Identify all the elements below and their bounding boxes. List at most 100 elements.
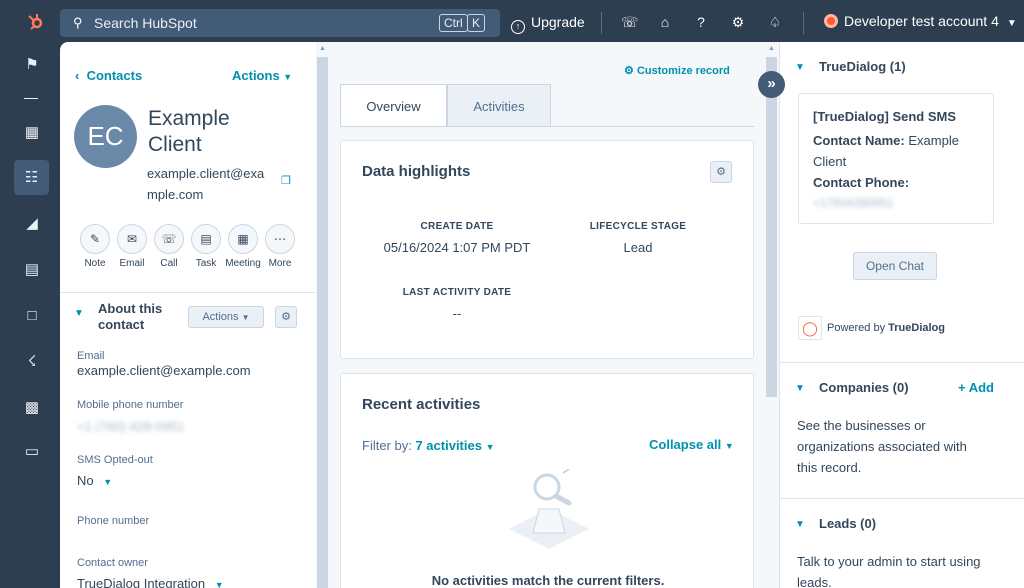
task-icon: ▤: [200, 232, 212, 246]
contacts-icon[interactable]: ☷: [14, 160, 49, 195]
chevron-down-icon[interactable]: ▼: [795, 383, 805, 394]
task-button[interactable]: ▤: [191, 224, 221, 254]
left-panel-scrollbar[interactable]: ▲: [316, 42, 330, 588]
data-highlights-card: Data highlights ⚙ CREATE DATE 05/16/2024…: [340, 140, 754, 359]
chevron-down-icon[interactable]: ▼: [795, 519, 805, 530]
property-label: Mobile phone number: [77, 399, 184, 411]
kbd-ctrl: Ctrl: [439, 14, 468, 32]
chevron-down-icon: ▼: [214, 580, 224, 588]
property-label: SMS Opted-out: [77, 454, 153, 466]
email-icon: ✉: [126, 232, 138, 246]
back-to-contacts-link[interactable]: ‹ Contacts: [75, 68, 142, 83]
data-highlights-title: Data highlights: [362, 163, 471, 180]
top-navigation: ⚲ Search HubSpot Ctrl K ↑ Upgrade ☏ ⌂ ? ⚙…: [2, 2, 1024, 42]
truedialog-card: [TrueDialog] Send SMS Contact Name: Exam…: [798, 93, 994, 224]
call-button[interactable]: ☏: [154, 224, 184, 254]
more-button[interactable]: ⋯: [265, 224, 295, 254]
leads-section-title: Leads (0): [819, 516, 877, 531]
nav-divider: [601, 12, 602, 34]
sidebar-divider: [24, 98, 38, 99]
chevron-down-icon[interactable]: ▼: [795, 62, 805, 73]
help-icon[interactable]: ?: [693, 14, 709, 30]
document-icon[interactable]: ▤: [20, 258, 44, 282]
recent-activities-title: Recent activities: [362, 396, 481, 413]
record-middle-column: ⚙ Customize record Overview Activities D…: [330, 42, 765, 588]
about-section-title: About this contact: [98, 301, 163, 332]
record-actions-dropdown[interactable]: Actions ▼: [232, 68, 292, 83]
property-value-contact-owner[interactable]: TrueDialog Integration ▼: [77, 576, 224, 588]
contact-name: Example Client: [148, 107, 230, 156]
chart-icon[interactable]: ▩: [20, 396, 44, 420]
powered-brand: TrueDialog: [888, 322, 945, 334]
middle-column-scrollbar[interactable]: ▲: [765, 42, 779, 588]
gear-icon: ⚙: [624, 65, 634, 77]
highlight-label: CREATE DATE: [420, 221, 494, 232]
highlight-value: Lead: [623, 240, 653, 255]
about-actions-button[interactable]: Actions ▼: [188, 306, 264, 328]
property-value-email[interactable]: example.client@example.com: [77, 363, 251, 378]
nav-divider: [803, 12, 804, 34]
tab-overview[interactable]: Overview: [340, 84, 447, 127]
chevron-down-icon: ▼: [283, 72, 293, 82]
property-label: Contact owner: [77, 557, 148, 569]
settings-icon[interactable]: ⚙: [730, 14, 746, 30]
megaphone-icon[interactable]: ◢: [20, 212, 44, 236]
scrollbar-thumb[interactable]: [766, 57, 777, 397]
section-divider: [60, 292, 316, 293]
collapse-all-button[interactable]: Collapse all ▼: [649, 437, 734, 452]
apps-icon[interactable]: ▦: [20, 121, 44, 145]
search-icon: ⚲: [73, 15, 83, 30]
network-icon[interactable]: ☇: [20, 350, 44, 374]
chevron-down-icon: ▼: [103, 477, 113, 487]
activity-filter[interactable]: Filter by: 7 activities ▼: [362, 438, 495, 453]
account-name: Developer test account 4: [844, 13, 999, 29]
section-divider: [780, 498, 1024, 499]
copy-icon[interactable]: ❐: [281, 174, 291, 187]
scroll-up-icon: ▲: [319, 45, 326, 52]
chevron-down-icon[interactable]: ▼: [74, 308, 84, 319]
sms-opted-out-value: No: [77, 473, 94, 488]
double-chevron-right-icon[interactable]: »: [758, 71, 785, 98]
note-icon: ✎: [89, 232, 101, 246]
folder-icon[interactable]: ▭: [20, 440, 44, 464]
about-actions-label: Actions: [202, 311, 239, 323]
highlight-value: 05/16/2024 1:07 PM PDT: [383, 240, 531, 255]
add-company-button[interactable]: + Add: [958, 380, 994, 395]
highlight-label: LIFECYCLE STAGE: [589, 221, 687, 232]
account-menu[interactable]: Developer test account 4 ▼: [824, 13, 1017, 29]
truedialog-card-title: [TrueDialog] Send SMS: [813, 109, 957, 124]
email-button[interactable]: ✉: [117, 224, 147, 254]
upgrade-button[interactable]: ↑ Upgrade: [511, 14, 585, 34]
marketplace-icon[interactable]: ⌂: [657, 14, 673, 30]
customize-record-link[interactable]: ⚙ Customize record: [624, 64, 730, 77]
property-value-sms-opted-out[interactable]: No ▼: [77, 473, 112, 488]
notification-icon[interactable]: ♤: [767, 14, 783, 30]
hubspot-contact-record: ⚲ Search HubSpot Ctrl K ↑ Upgrade ☏ ⌂ ? ⚙…: [0, 0, 1024, 588]
calendar-icon: ▦: [237, 232, 249, 246]
gear-icon[interactable]: ⚙: [275, 306, 297, 328]
avatar: EC: [74, 105, 137, 168]
recent-activities-card: Recent activities Filter by: 7 activitie…: [340, 373, 754, 588]
gear-icon[interactable]: ⚙: [710, 161, 732, 183]
chevron-down-icon: ▼: [724, 441, 734, 451]
scrollbar-thumb[interactable]: [317, 57, 328, 588]
tab-activities[interactable]: Activities: [447, 84, 551, 127]
hubspot-logo-icon[interactable]: [26, 12, 46, 32]
note-button[interactable]: ✎: [80, 224, 110, 254]
property-value-mobile-phone[interactable]: +1 (760) 428-0951: [77, 419, 184, 434]
search-bar[interactable]: ⚲ Search HubSpot Ctrl K: [60, 9, 500, 37]
account-avatar: [824, 14, 838, 28]
open-chat-button[interactable]: Open Chat: [853, 252, 937, 280]
chevron-down-icon: ▼: [241, 313, 250, 322]
highlight-label: LAST ACTIVITY DATE: [402, 287, 512, 298]
bookmark-icon[interactable]: ⚑: [20, 53, 44, 77]
contact-phone-label: Contact Phone:: [813, 175, 910, 190]
scroll-up-icon: ▲: [768, 45, 775, 52]
chevron-down-icon: ▼: [1006, 18, 1017, 29]
wallet-icon[interactable]: □: [20, 304, 44, 328]
phone-icon[interactable]: ☏: [621, 14, 639, 30]
meeting-button[interactable]: ▦: [228, 224, 258, 254]
contact-name-label: Contact Name:: [813, 133, 905, 148]
contact-phone-value: +17604280951: [813, 196, 894, 210]
left-sidebar: ⚑ ▦ ☷ ◢ ▤ □ ☇ ▩ ▭: [2, 42, 60, 588]
